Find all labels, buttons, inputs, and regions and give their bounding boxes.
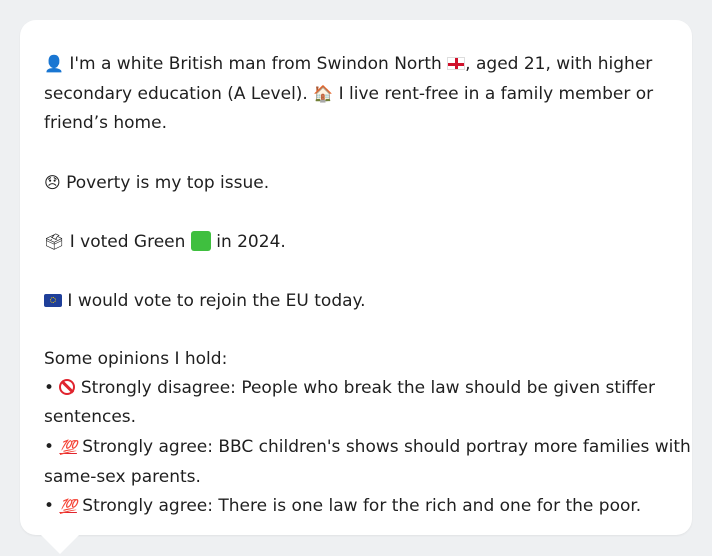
opinion-item-1: • Strongly disagree: People who break th… xyxy=(44,374,668,403)
profile-housing-text-cont: friend’s home. xyxy=(44,113,167,134)
ballot-box-icon: 🗳 xyxy=(44,232,65,252)
sad-face-icon: 😞 xyxy=(44,172,61,192)
opinion-text: Strongly agree: There is one law for the… xyxy=(82,495,642,516)
bullet: • xyxy=(44,436,55,457)
opinion-text-cont: sentences. xyxy=(44,407,137,428)
top-issue-text: Poverty is my top issue. xyxy=(66,172,270,193)
profile-intro-text: I'm a white British man from Swindon Nor… xyxy=(69,54,442,74)
hundred-points-icon: 💯 xyxy=(59,439,77,456)
opinion-item-3: • 💯 Strongly agree: There is one law for… xyxy=(44,492,668,522)
green-square-icon xyxy=(190,231,211,252)
opinion-item-1-cont: sentences. xyxy=(44,403,668,432)
profile-message-card: 👤 I'm a white British man from Swindon N… xyxy=(20,20,692,535)
vote-text-a: I voted Green xyxy=(69,232,186,253)
opinion-text: Strongly agree: BBC children's shows sho… xyxy=(82,436,691,457)
profile-line-1: 👤 I'm a white British man from Swindon N… xyxy=(44,49,668,79)
eu-line: I would vote to rejoin the EU today. xyxy=(44,287,668,316)
profile-education-text: secondary education (A Level). xyxy=(44,84,308,105)
opinions-heading: Some opinions I hold: xyxy=(44,345,668,374)
opinion-item-2-cont: same-sex parents. xyxy=(44,463,668,492)
opinion-text-cont: same-sex parents. xyxy=(44,466,201,487)
vote-text-b: in 2024. xyxy=(216,232,286,253)
profile-housing-text: I live rent-free in a family member or xyxy=(338,84,654,105)
prohibited-icon xyxy=(59,379,76,396)
opinion-item-2: • 💯 Strongly agree: BBC children's shows… xyxy=(44,433,691,463)
speech-bubble-tail xyxy=(40,534,80,554)
eu-text: I would vote to rejoin the EU today. xyxy=(67,290,366,311)
house-icon: 🏠 xyxy=(313,84,334,104)
opinion-text: Strongly disagree: People who break the … xyxy=(80,378,655,399)
person-silhouette-icon: 👤 xyxy=(44,54,64,73)
top-issue-line: 😞 Poverty is my top issue. xyxy=(44,168,668,198)
eu-flag-icon xyxy=(44,293,62,307)
profile-line-3: friend’s home. xyxy=(44,109,668,138)
bullet: • xyxy=(44,495,55,516)
profile-age-text: , aged 21, with higher xyxy=(465,54,653,74)
opinions-heading-text: Some opinions I hold: xyxy=(44,348,228,369)
england-flag-icon xyxy=(447,57,466,70)
vote-line: 🗳 I voted Green in 2024. xyxy=(44,227,668,257)
profile-line-2: secondary education (A Level). 🏠 I live … xyxy=(44,79,668,109)
hundred-points-icon: 💯 xyxy=(59,498,77,515)
bullet: • xyxy=(44,378,55,399)
